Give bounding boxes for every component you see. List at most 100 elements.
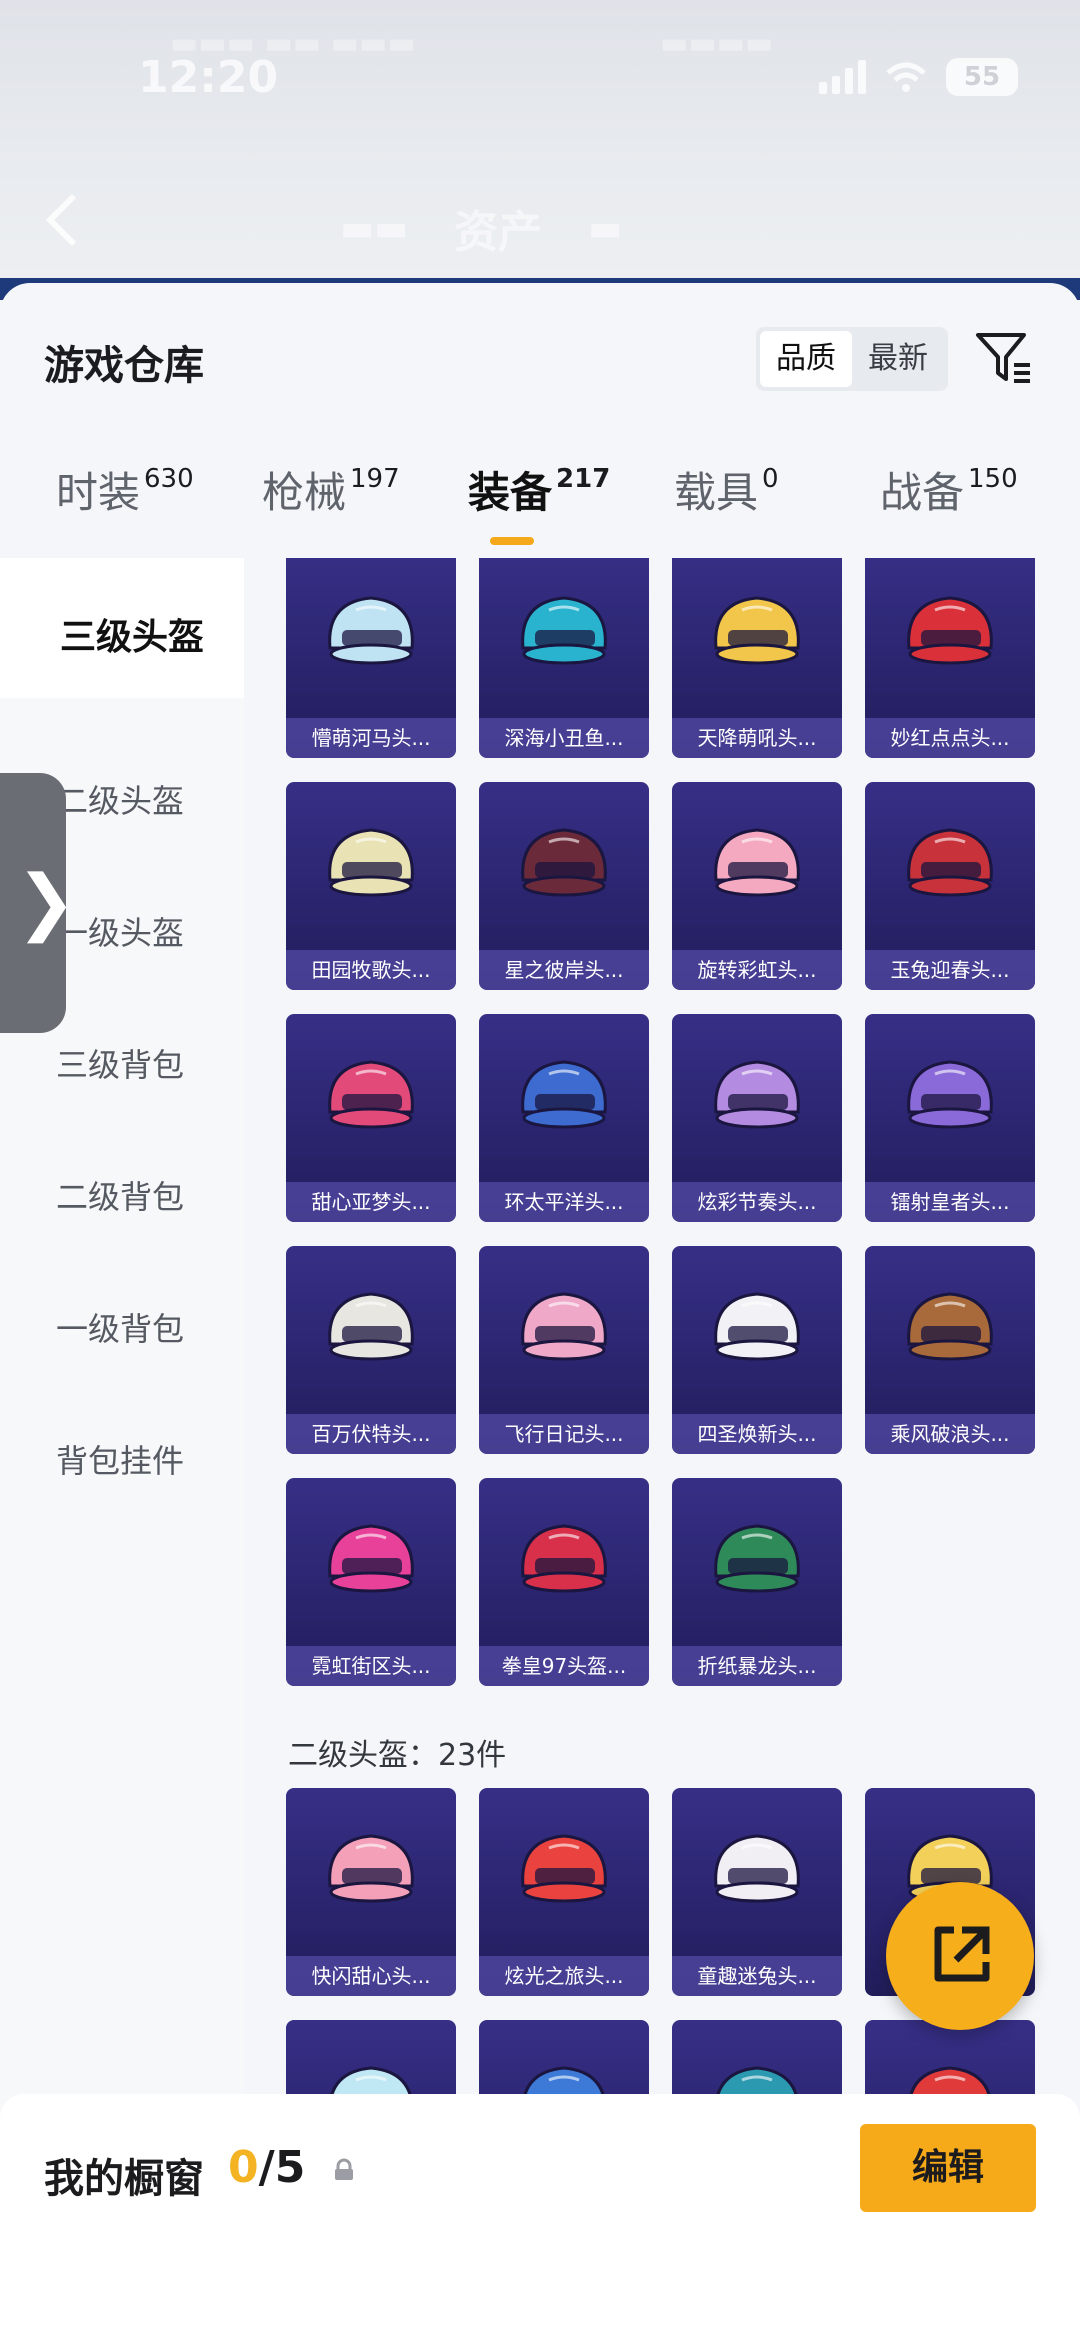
header-nav-tabs: ▬▬ 资产 ▬	[340, 196, 622, 260]
helmet-icon	[702, 584, 812, 684]
helmet-icon	[509, 1048, 619, 1148]
sheet-title: 游戏仓库	[44, 343, 204, 389]
tab-vehicles-count: 0	[762, 464, 779, 494]
item-card[interactable]: 妙红点点头...	[865, 558, 1035, 758]
item-name: 快闪甜心头...	[286, 1956, 456, 1996]
side-item-level2-backpack[interactable]: 二级背包	[56, 1172, 184, 1218]
lock-icon	[335, 2158, 353, 2180]
wifi-icon	[886, 62, 926, 92]
helmet-icon	[702, 1048, 812, 1148]
item-card[interactable]: 百万伏特头...	[286, 1246, 456, 1454]
sort-option-quality[interactable]: 品质	[760, 331, 852, 387]
item-card[interactable]: 四圣焕新头...	[672, 1246, 842, 1454]
item-card[interactable]: 甜心亚梦头...	[286, 1014, 456, 1222]
item-card[interactable]: 懵萌河马头...	[286, 558, 456, 758]
helmet-icon	[702, 1512, 812, 1612]
item-card[interactable]: 环太平洋头...	[479, 1014, 649, 1222]
item-name: 旋转彩虹头...	[672, 950, 842, 990]
share-icon	[934, 1926, 990, 1982]
helmet-icon	[702, 1280, 812, 1380]
item-name: 拳皇97头盔...	[479, 1646, 649, 1686]
item-name: 深海小丑鱼...	[479, 718, 649, 758]
tab-equipment[interactable]: 装备 217	[468, 459, 610, 520]
helmet-icon	[509, 1280, 619, 1380]
showcase-count: 0/5	[228, 2142, 305, 2193]
helmet-icon	[316, 584, 426, 684]
tab-assets[interactable]: 资产	[454, 196, 542, 260]
helmet-icon	[509, 1822, 619, 1922]
level2-section-title: 二级头盔：23件	[288, 1738, 507, 1773]
item-name: 妙红点点头...	[865, 718, 1035, 758]
side-item-backpack-charm[interactable]: 背包挂件	[56, 1436, 184, 1482]
item-grid: 二级头盔：23件 懵萌河马头... 深海小丑鱼... 天降萌吼头... 妙红点点头..…	[244, 558, 1080, 2341]
tab-equipment-label: 装备	[468, 468, 553, 517]
tab-vehicles[interactable]: 载具 0	[674, 459, 779, 520]
item-name: 飞行日记头...	[479, 1414, 649, 1454]
tab-guns-count: 197	[350, 464, 400, 494]
header-tab-blur-2[interactable]: ▬	[588, 208, 622, 249]
status-time: 12:20	[138, 52, 279, 103]
item-name: 天降萌吼头...	[672, 718, 842, 758]
helmet-icon	[702, 816, 812, 916]
item-card[interactable]: 玉兔迎春头...	[865, 782, 1035, 990]
item-name: 田园牧歌头...	[286, 950, 456, 990]
item-name: 百万伏特头...	[286, 1414, 456, 1454]
item-card[interactable]: 快闪甜心头...	[286, 1788, 456, 1996]
helmet-icon	[509, 584, 619, 684]
share-button[interactable]	[886, 1882, 1034, 2030]
filter-icon[interactable]	[974, 329, 1034, 389]
helmet-icon	[895, 584, 1005, 684]
tab-guns[interactable]: 枪械 197	[262, 459, 400, 520]
item-card[interactable]: 乘风破浪头...	[865, 1246, 1035, 1454]
side-item-level2-helmet[interactable]: 二级头盔	[56, 776, 184, 822]
item-card[interactable]: 深海小丑鱼...	[479, 558, 649, 758]
showcase-used: 0	[228, 2142, 259, 2193]
item-card[interactable]: 飞行日记头...	[479, 1246, 649, 1454]
tab-fashion-item[interactable]: 时装 630	[56, 459, 194, 520]
sort-option-newest[interactable]: 最新	[852, 331, 944, 387]
tab-equipment-count: 217	[556, 464, 611, 494]
item-name: 四圣焕新头...	[672, 1414, 842, 1454]
item-card[interactable]: 童趣迷兔头...	[672, 1788, 842, 1996]
item-card[interactable]: 拳皇97头盔...	[479, 1478, 649, 1686]
tab-gear-count: 150	[968, 464, 1018, 494]
side-item-level1-backpack[interactable]: 一级背包	[56, 1304, 184, 1350]
header-tab-blur-1[interactable]: ▬▬	[340, 208, 408, 249]
tab-fashion-num: 630	[144, 464, 194, 494]
chevron-right-icon: ❯	[16, 859, 77, 943]
back-arrow-icon[interactable]	[40, 190, 84, 250]
helmet-icon	[895, 1048, 1005, 1148]
tab-gear-label: 战备	[880, 468, 965, 517]
item-card[interactable]: 天降萌吼头...	[672, 558, 842, 758]
helmet-icon	[316, 1280, 426, 1380]
item-name: 霓虹街区头...	[286, 1646, 456, 1686]
item-card[interactable]: 炫彩节奏头...	[672, 1014, 842, 1222]
edit-button[interactable]: 编辑	[860, 2124, 1036, 2212]
helmet-icon	[316, 816, 426, 916]
side-item-level3-helmet[interactable]: 三级头盔	[60, 608, 204, 660]
item-name: 星之彼岸头...	[479, 950, 649, 990]
item-card[interactable]: 炫光之旅头...	[479, 1788, 649, 1996]
status-icons: 55	[819, 58, 1018, 96]
tab-guns-label: 枪械	[262, 468, 347, 517]
item-name: 童趣迷兔头...	[672, 1956, 842, 1996]
item-card[interactable]: 田园牧歌头...	[286, 782, 456, 990]
helmet-icon	[316, 1822, 426, 1922]
item-name: 炫光之旅头...	[479, 1956, 649, 1996]
showcase-total: /5	[258, 2142, 306, 2193]
item-card[interactable]: 旋转彩虹头...	[672, 782, 842, 990]
item-name: 折纸暴龙头...	[672, 1646, 842, 1686]
item-card[interactable]: 星之彼岸头...	[479, 782, 649, 990]
drawer-toggle[interactable]: ❯	[0, 773, 76, 1033]
item-card[interactable]: 折纸暴龙头...	[672, 1478, 842, 1686]
item-card[interactable]: 霓虹街区头...	[286, 1478, 456, 1686]
showcase-bar: 我的橱窗 0/5 编辑	[0, 2094, 1080, 2341]
active-tab-indicator	[490, 537, 534, 545]
tab-fashion-text: 时装	[56, 468, 141, 517]
helmet-icon	[509, 1512, 619, 1612]
tab-gear[interactable]: 战备 150	[880, 459, 1018, 520]
item-card[interactable]: 镭射皇者头...	[865, 1014, 1035, 1222]
showcase-label: 我的橱窗	[44, 2156, 204, 2202]
side-item-level3-backpack[interactable]: 三级背包	[56, 1040, 184, 1086]
background-blur-text-2: ▬▬▬▬	[660, 26, 774, 61]
